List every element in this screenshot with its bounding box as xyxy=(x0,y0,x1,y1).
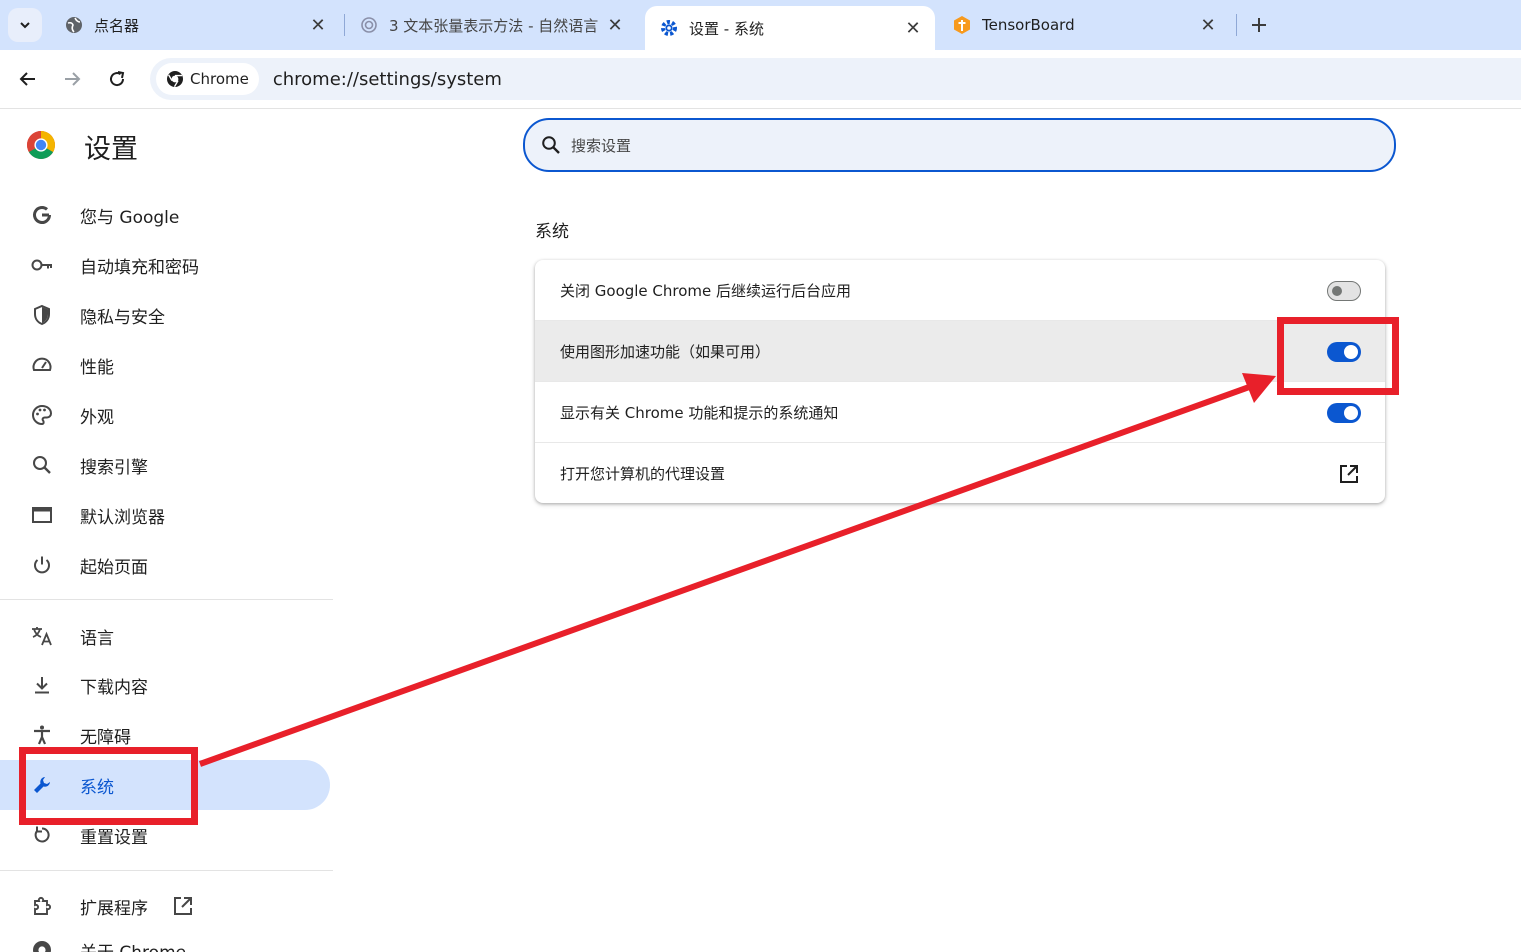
speedometer-icon xyxy=(30,353,54,377)
google-g-icon xyxy=(30,203,54,227)
sidebar-item-label: 性能 xyxy=(80,357,114,378)
toolbar: Chrome chrome://settings/system xyxy=(0,50,1521,109)
arrow-left-icon xyxy=(19,72,35,86)
tensorflow-icon xyxy=(952,15,972,35)
sidebar-item-startup[interactable]: 起始页面 xyxy=(0,540,330,590)
new-tab-button[interactable] xyxy=(1244,10,1274,40)
search-input[interactable]: 搜索设置 xyxy=(571,135,631,156)
setting-row-proxy-settings[interactable]: 打开您计算机的代理设置 xyxy=(535,443,1385,503)
translate-icon xyxy=(30,624,54,648)
sidebar-item-you-and-google[interactable]: 您与 Google xyxy=(0,190,330,240)
palette-icon xyxy=(30,403,54,427)
browser-window-icon xyxy=(30,503,54,527)
sidebar-item-label: 您与 Google xyxy=(80,207,180,228)
setting-row-hardware-acceleration[interactable]: 使用图形加速功能（如果可用） xyxy=(535,321,1385,382)
sidebar-item-label: 下载内容 xyxy=(80,677,148,698)
settings-gear-icon xyxy=(659,18,679,38)
sidebar-item-downloads[interactable]: 下载内容 xyxy=(0,660,330,710)
sidebar-item-appearance[interactable]: 外观 xyxy=(0,390,330,440)
sidebar-item-autofill[interactable]: 自动填充和密码 xyxy=(0,240,330,290)
section-title: 系统 xyxy=(535,222,569,242)
loading-icon xyxy=(359,15,379,35)
sidebar-item-label: 自动填充和密码 xyxy=(80,257,199,278)
url-text[interactable]: chrome://settings/system xyxy=(273,69,502,90)
sidebar-item-label: 外观 xyxy=(80,407,114,428)
tab-dianmingqi[interactable]: 点名器 ✕ xyxy=(50,0,340,50)
sidebar-item-label: 默认浏览器 xyxy=(80,507,165,528)
accessibility-icon xyxy=(30,723,54,747)
tab-search-button[interactable] xyxy=(8,8,42,42)
background-apps-toggle[interactable] xyxy=(1327,280,1361,301)
sidebar-item-label: 无障碍 xyxy=(80,727,131,748)
sidebar-item-label: 起始页面 xyxy=(80,557,148,578)
annotation-box-system xyxy=(19,747,198,825)
sidebar-item-label: 关于 Chrome xyxy=(80,938,186,952)
tab-tensorboard[interactable]: TensorBoard ✕ xyxy=(938,0,1230,50)
sidebar-item-label: 重置设置 xyxy=(80,827,148,848)
chrome-icon xyxy=(30,938,54,952)
chrome-icon xyxy=(167,71,183,88)
search-icon xyxy=(30,453,54,477)
chip-label: Chrome xyxy=(190,70,249,88)
key-icon xyxy=(30,253,54,277)
external-link-icon xyxy=(172,895,194,922)
settings-title: 设置 xyxy=(84,134,138,165)
sidebar-item-languages[interactable]: 语言 xyxy=(0,611,330,661)
setting-label: 使用图形加速功能（如果可用） xyxy=(560,343,771,361)
sidebar-item-privacy[interactable]: 隐私与安全 xyxy=(0,290,330,340)
reset-icon xyxy=(30,823,54,847)
settings-search[interactable]: 搜索设置 xyxy=(523,118,1396,172)
sidebar-item-label: 隐私与安全 xyxy=(80,307,165,328)
sidebar-divider xyxy=(0,599,333,600)
power-icon xyxy=(30,553,54,577)
sidebar-item-label: 搜索引擎 xyxy=(80,457,148,478)
setting-row-background-apps[interactable]: 关闭 Google Chrome 后继续运行后台应用 xyxy=(535,260,1385,321)
annotation-box-toggle xyxy=(1277,317,1399,395)
tab-title: 点名器 xyxy=(94,16,140,35)
chrome-logo xyxy=(26,130,56,160)
setting-row-system-notifications[interactable]: 显示有关 Chrome 功能和提示的系统通知 xyxy=(535,382,1385,443)
tab-title: 设置 - 系统 xyxy=(689,19,764,38)
setting-label: 关闭 Google Chrome 后继续运行后台应用 xyxy=(560,282,852,300)
forward-button[interactable] xyxy=(57,64,87,94)
tab-settings-system[interactable]: 设置 - 系统 ✕ xyxy=(645,6,935,50)
setting-label: 打开您计算机的代理设置 xyxy=(560,465,726,483)
reload-button[interactable] xyxy=(102,64,132,94)
tab-text-tensor[interactable]: 3 文本张量表示方法 - 自然语言 ✕ xyxy=(345,0,637,50)
reload-icon xyxy=(110,71,125,87)
sidebar-item-performance[interactable]: 性能 xyxy=(0,340,330,390)
sidebar-divider xyxy=(0,870,333,871)
back-button[interactable] xyxy=(13,64,43,94)
sidebar-item-label: 语言 xyxy=(80,628,114,649)
sidebar-item-default-browser[interactable]: 默认浏览器 xyxy=(0,490,330,540)
tab-title: TensorBoard xyxy=(982,16,1075,34)
setting-label: 显示有关 Chrome 功能和提示的系统通知 xyxy=(560,404,839,422)
download-icon xyxy=(30,673,54,697)
close-icon[interactable]: ✕ xyxy=(603,13,627,37)
sidebar-item-search-engine[interactable]: 搜索引擎 xyxy=(0,440,330,490)
globe-icon xyxy=(64,15,84,35)
arrow-right-icon xyxy=(65,72,81,86)
system-settings-card: 关闭 Google Chrome 后继续运行后台应用 使用图形加速功能（如果可用… xyxy=(535,260,1385,503)
shield-icon xyxy=(30,303,54,327)
site-info-chip[interactable]: Chrome xyxy=(156,63,259,95)
external-link-icon[interactable] xyxy=(1338,463,1360,485)
sidebar-item-extensions[interactable]: 扩展程序 xyxy=(0,881,240,931)
chevron-down-icon xyxy=(20,22,30,29)
system-notifications-toggle[interactable] xyxy=(1327,402,1361,423)
close-icon[interactable]: ✕ xyxy=(901,16,925,40)
tab-separator xyxy=(1236,14,1237,36)
close-icon[interactable]: ✕ xyxy=(306,13,330,37)
sidebar-item-label: 扩展程序 xyxy=(80,898,148,919)
address-bar[interactable]: Chrome chrome://settings/system xyxy=(150,58,1521,100)
close-icon[interactable]: ✕ xyxy=(1196,13,1220,37)
tab-strip: 点名器 ✕ 3 文本张量表示方法 - 自然语言 ✕ 设置 - 系统 ✕ Tens… xyxy=(0,0,1521,50)
puzzle-icon xyxy=(30,894,54,918)
plus-icon xyxy=(1252,18,1266,32)
tab-title: 3 文本张量表示方法 - 自然语言 xyxy=(389,16,599,35)
sidebar-item-about-chrome[interactable]: 关于 Chrome xyxy=(0,930,330,952)
search-icon xyxy=(541,134,563,156)
